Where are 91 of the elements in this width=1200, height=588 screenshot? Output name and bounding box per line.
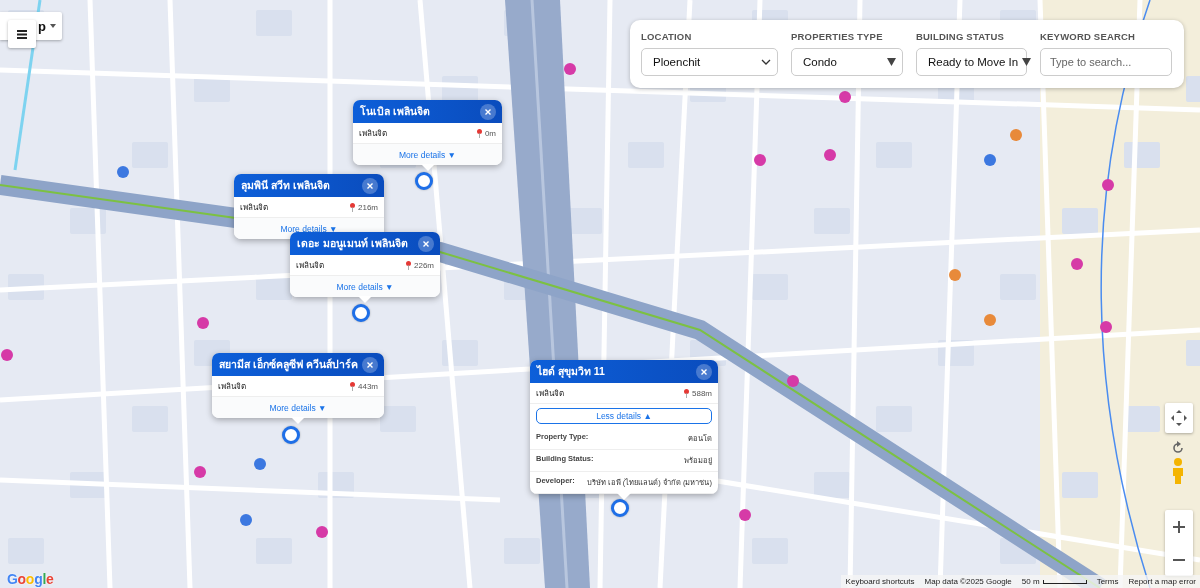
attribution-text: Map data ©2025 Google — [924, 577, 1012, 586]
distance-label: 588m — [692, 388, 712, 398]
details-toggle-button[interactable]: More details ▼ — [353, 144, 502, 165]
pin-icon — [350, 381, 355, 391]
close-icon — [485, 108, 491, 115]
hotel-pin-icon[interactable] — [754, 154, 766, 166]
dropdown[interactable]: Ploenchit — [641, 48, 778, 76]
popup-pointer — [291, 417, 305, 424]
footer-link[interactable]: Keyboard shortcuts — [845, 577, 915, 586]
close-button[interactable] — [362, 177, 378, 194]
details-toggle-button[interactable]: Less details ▲ — [536, 408, 712, 424]
hotel-pin-icon[interactable] — [564, 63, 576, 75]
hotel-pin-icon[interactable] — [839, 91, 851, 103]
building-block — [504, 538, 540, 564]
place-pin-icon[interactable] — [254, 458, 266, 470]
pin-icon — [406, 260, 411, 270]
close-button[interactable] — [480, 103, 496, 120]
property-title: ไฮด์ สุขุมวิท 11 — [537, 364, 605, 380]
place-pin-icon[interactable] — [240, 514, 252, 526]
building-block — [1062, 208, 1098, 234]
hotel-pin-icon[interactable] — [197, 317, 209, 329]
dropdown[interactable]: Condo — [791, 48, 903, 76]
close-button[interactable] — [418, 235, 434, 252]
search-field[interactable]: Type to search... — [1040, 48, 1172, 76]
hotel-pin-icon[interactable] — [1, 349, 13, 361]
pin-icon — [350, 202, 355, 212]
distance-label: 216m — [358, 202, 378, 212]
footer-link[interactable]: Terms — [1096, 577, 1119, 586]
plus-icon — [1173, 520, 1185, 533]
distance-label: 443m — [358, 381, 378, 391]
hotel-pin-icon[interactable] — [824, 149, 836, 161]
details-toggle-button[interactable]: More details ▼ — [290, 276, 440, 297]
close-icon — [367, 361, 373, 368]
close-button[interactable] — [362, 356, 378, 373]
distance-label: 0m — [484, 128, 496, 138]
scale-label: 50 m — [1021, 577, 1040, 586]
move-arrows-icon — [1170, 409, 1188, 427]
triangle-down-icon — [1022, 58, 1032, 66]
place-pin-icon[interactable] — [984, 154, 996, 166]
details-toggle-button[interactable]: More details ▼ — [212, 397, 384, 418]
filter-label: KEYWORD SEARCH — [1040, 31, 1137, 42]
area-label: เพลินจิต — [218, 380, 247, 393]
camera-control-button[interactable] — [1165, 403, 1193, 433]
minus-icon — [1173, 558, 1185, 561]
close-icon — [423, 240, 429, 247]
popup-pointer — [358, 296, 372, 303]
property-title: ลุมพินี สวีท เพลินจิต — [241, 178, 330, 194]
hotel-pin-icon[interactable] — [1100, 321, 1112, 333]
property-title: เดอะ มอนูเมนท์ เพลินจิต — [297, 236, 408, 252]
filter-label: LOCATION — [641, 31, 693, 42]
google-logo: Google — [7, 571, 54, 587]
rotate-icon[interactable] — [1171, 441, 1185, 455]
building-block — [380, 406, 416, 432]
pin-icon — [684, 388, 689, 398]
hotel-pin-icon[interactable] — [1102, 179, 1114, 191]
place-pin-icon[interactable] — [117, 166, 129, 178]
building-block — [1062, 472, 1098, 498]
chevron-down-icon — [761, 59, 771, 65]
close-button[interactable] — [696, 363, 712, 380]
restaurant-pin-icon[interactable] — [1010, 129, 1022, 141]
building-block — [1186, 76, 1200, 102]
area-label: เพลินจิต — [240, 201, 269, 214]
caret-icon — [50, 24, 56, 28]
area-label: เพลินจิต — [536, 387, 565, 400]
property-title: โนเบิล เพลินจิต — [360, 104, 430, 119]
close-icon — [701, 368, 707, 375]
hotel-pin-icon[interactable] — [739, 509, 751, 521]
building-block — [752, 274, 788, 300]
menu-icon — [17, 29, 27, 39]
building-block — [876, 406, 912, 432]
filter-label: PROPERTIES TYPE — [791, 31, 884, 42]
pin-icon — [476, 128, 482, 138]
hotel-pin-icon[interactable] — [194, 466, 206, 478]
popup-pointer — [420, 164, 435, 171]
area-label: เพลินจิต — [359, 127, 388, 140]
hotel-pin-icon[interactable] — [316, 526, 328, 538]
footer-link[interactable]: Report a map error — [1128, 577, 1196, 586]
distance-label: 226m — [414, 260, 434, 270]
hotel-pin-icon[interactable] — [787, 375, 799, 387]
hotel-pin-icon[interactable] — [1071, 258, 1083, 270]
filter-label: BUILDING STATUS — [916, 31, 1006, 42]
restaurant-pin-icon[interactable] — [984, 314, 996, 326]
building-block — [814, 472, 850, 498]
close-icon — [367, 182, 373, 189]
area-label: เพลินจิต — [296, 259, 325, 272]
property-title: สยามีส เอ็กซ์คลูซีฟ ควีนส์ปาร์ค — [219, 356, 358, 373]
triangle-down-icon — [887, 58, 896, 66]
restaurant-pin-icon[interactable] — [949, 269, 961, 281]
scale-bar — [1042, 579, 1087, 584]
menu-button[interactable] — [8, 20, 36, 48]
building-block — [1186, 340, 1200, 366]
